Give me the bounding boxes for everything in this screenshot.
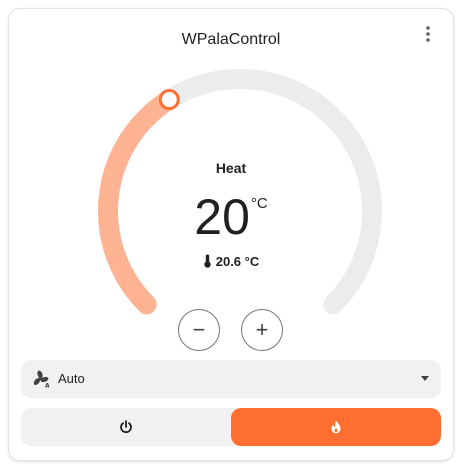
current-temperature-value: 20.6 °C xyxy=(215,254,260,269)
more-options-button[interactable] xyxy=(417,23,439,45)
flame-icon xyxy=(331,420,341,434)
dropdown-caret-icon xyxy=(421,376,429,381)
target-temperature: 20°C xyxy=(9,189,453,245)
minus-icon: − xyxy=(192,317,206,342)
screen: WPalaControl Heat 20°C 20.6 °C − + A Aut… xyxy=(0,0,465,471)
fan-auto-icon: A xyxy=(33,370,50,389)
hvac-mode-selector xyxy=(21,408,441,446)
fan-mode-value: Auto xyxy=(58,371,85,386)
card-title: WPalaControl xyxy=(181,31,281,48)
hvac-mode-off-button[interactable] xyxy=(21,408,231,446)
increase-temperature-button[interactable]: + xyxy=(241,309,283,351)
more-vert-icon xyxy=(426,26,430,42)
target-temperature-unit: °C xyxy=(250,195,268,212)
hvac-mode-heat-button[interactable] xyxy=(231,408,441,446)
decrease-temperature-button[interactable]: − xyxy=(178,309,220,351)
svg-text:A: A xyxy=(45,383,50,389)
thermostat-card: WPalaControl Heat 20°C 20.6 °C − + A Aut… xyxy=(8,8,454,461)
target-temperature-value: 20 xyxy=(194,189,250,245)
thermometer-icon xyxy=(204,254,211,268)
plus-icon: + xyxy=(255,317,269,342)
hvac-mode-label: Heat xyxy=(215,160,247,176)
setpoint-handle[interactable] xyxy=(158,89,180,111)
fan-mode-select[interactable]: A Auto xyxy=(21,360,441,398)
power-icon xyxy=(120,420,132,434)
current-temperature: 20.6 °C xyxy=(9,254,453,269)
